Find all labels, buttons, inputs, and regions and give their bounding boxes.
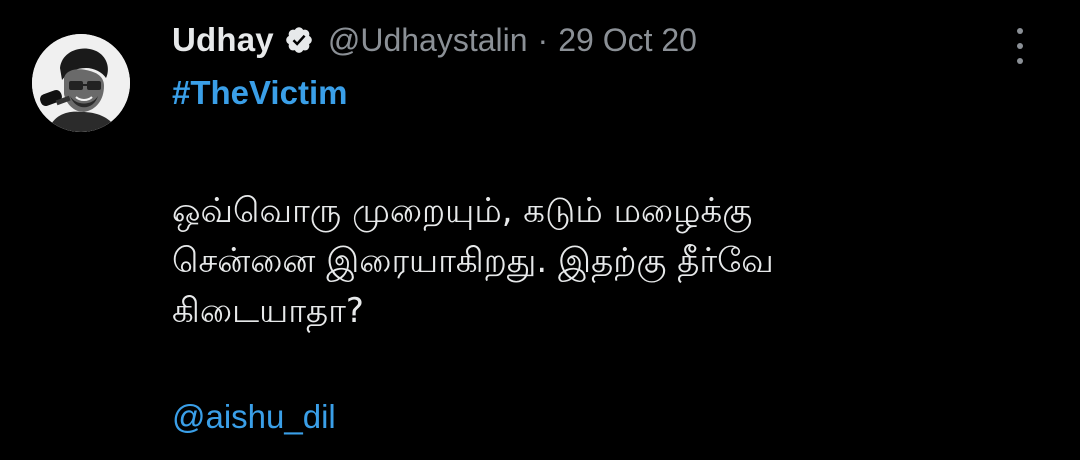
tweet-text-line: ஒவ்வொரு முறையும், கடும் மழைக்கு: [172, 191, 753, 231]
verified-badge-icon: [284, 25, 314, 55]
author-handle[interactable]: @Udhaystalin: [328, 22, 528, 59]
more-dot: [1017, 43, 1023, 49]
tweet-timestamp[interactable]: 29 Oct 20: [558, 22, 697, 59]
header-separator: ·: [537, 21, 549, 58]
author-display-name[interactable]: Udhay: [172, 21, 274, 59]
avatar[interactable]: [32, 34, 130, 132]
more-dot: [1017, 58, 1023, 64]
tweet-header: Udhay @Udhaystalin · 29 Oct 20: [172, 20, 697, 60]
avatar-image: [32, 34, 130, 132]
tweet-text-line: சென்னை இரையாகிறது. இதற்கு தீர்வே: [172, 241, 774, 281]
tweet[interactable]: Udhay @Udhaystalin · 29 Oct 20 #TheVicti…: [0, 0, 1080, 460]
tweet-text: ஒவ்வொரு முறையும், கடும் மழைக்கு சென்னை இ…: [172, 186, 1032, 336]
tweet-text-line: கிடையாதா?: [172, 291, 364, 331]
hashtag-link[interactable]: #TheVictim: [172, 74, 347, 112]
more-vertical-icon[interactable]: [1010, 28, 1030, 64]
mention-link[interactable]: @aishu_dil: [172, 398, 336, 436]
more-dot: [1017, 28, 1023, 34]
